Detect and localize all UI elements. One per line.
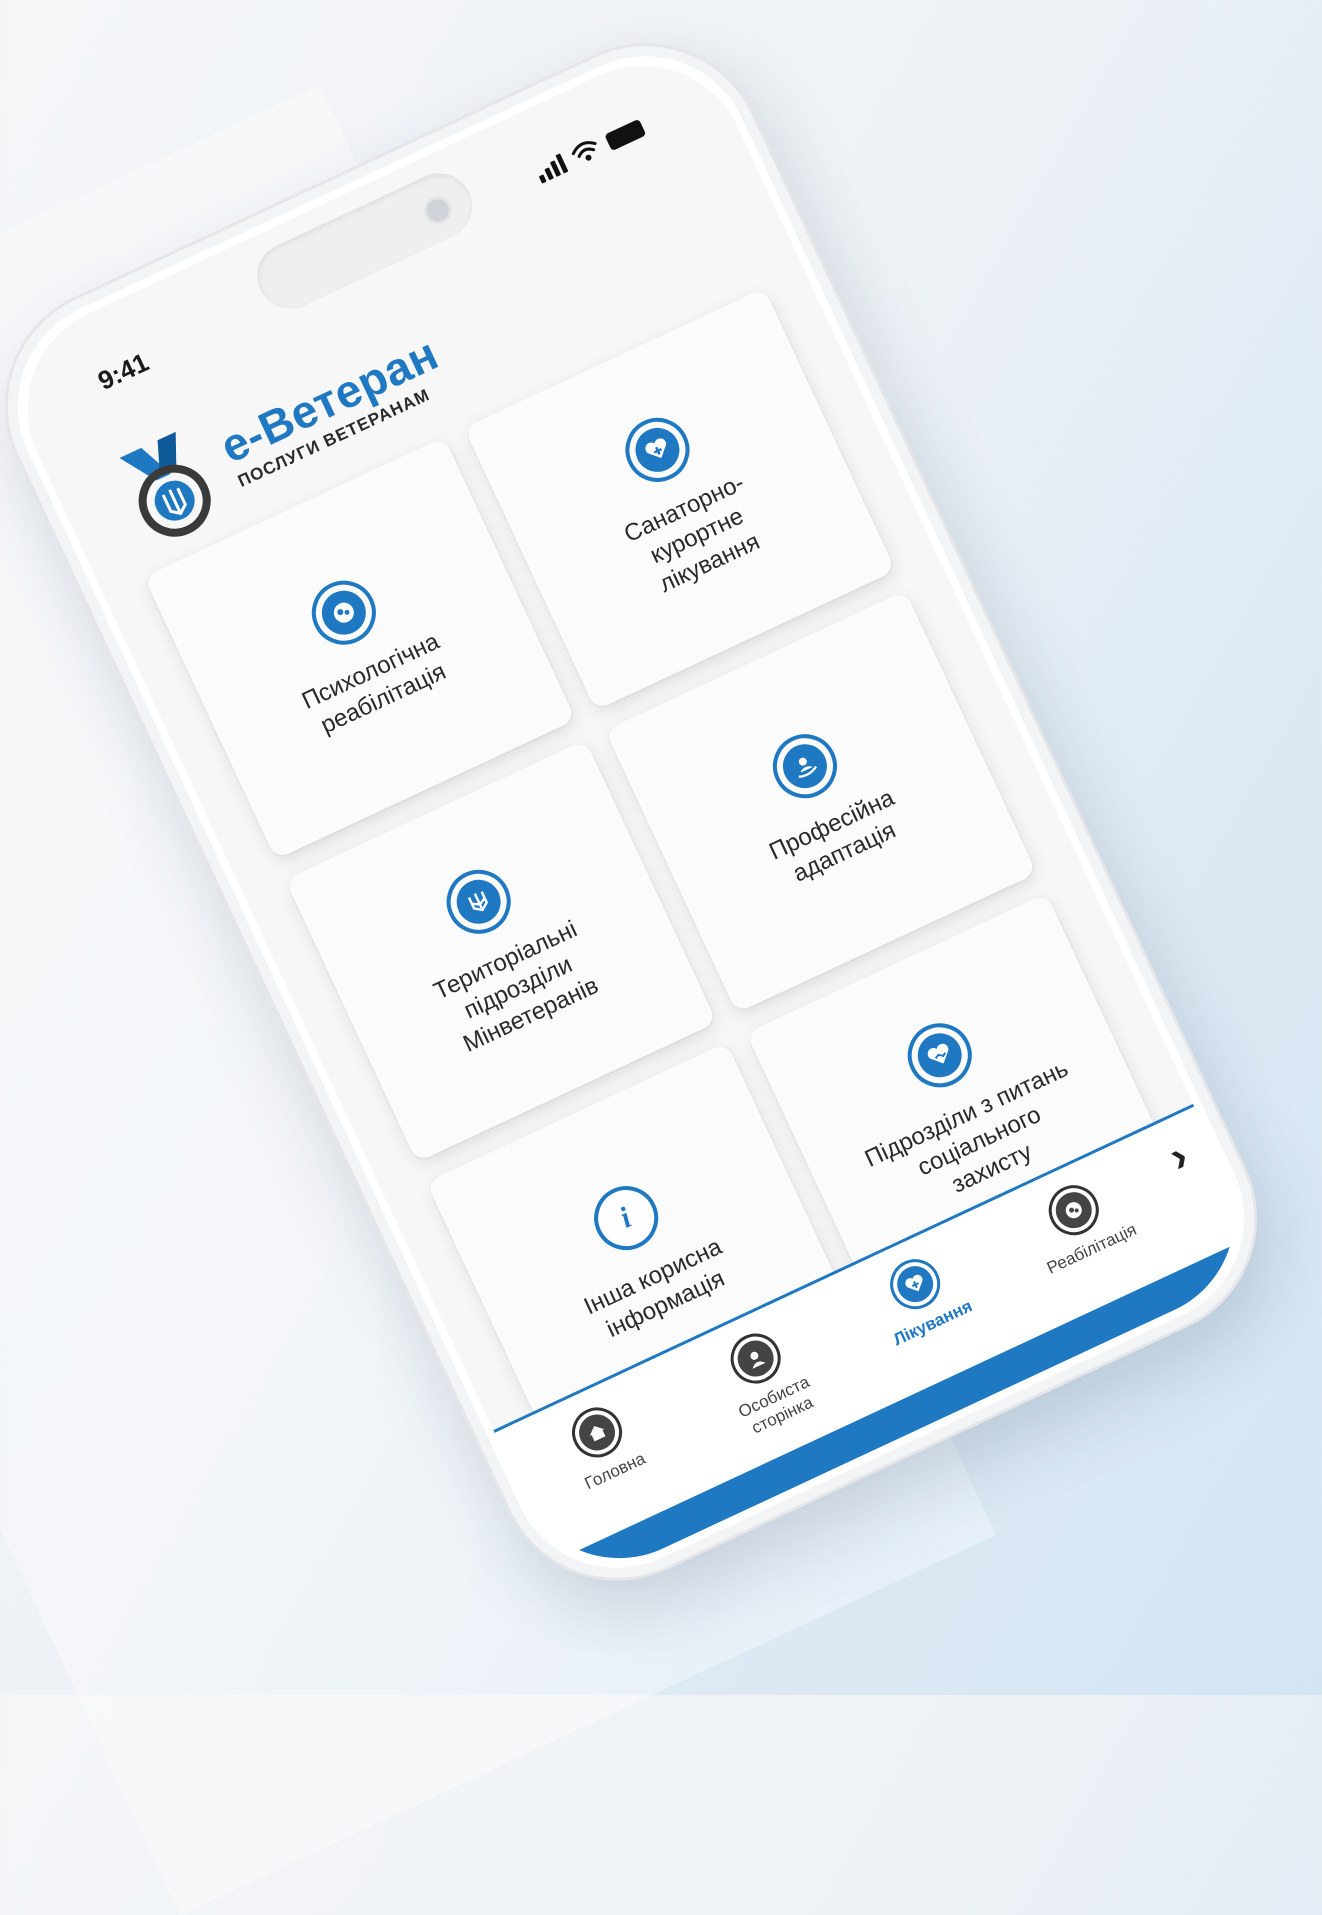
tile-label: Територіальні підрозділи Мінветеранів <box>429 915 603 1058</box>
tile-label: Професійна адаптація <box>765 784 900 888</box>
tab-personal-page[interactable]: Особиста сторінка <box>686 1308 845 1451</box>
battery-icon <box>604 118 647 152</box>
veteran-medal-logo-icon <box>119 431 211 537</box>
trident-icon <box>435 859 521 945</box>
brain-icon <box>1040 1176 1107 1244</box>
brain-gears-icon <box>300 570 386 656</box>
home-icon <box>563 1399 631 1466</box>
status-icons <box>533 115 647 184</box>
info-icon: i <box>583 1175 669 1261</box>
signal-icon <box>533 151 569 184</box>
wifi-icon <box>571 141 597 161</box>
chevron-right-icon[interactable]: › <box>1161 1131 1195 1183</box>
hand-person-icon <box>761 723 848 809</box>
heart-plus-icon <box>881 1251 949 1318</box>
user-icon <box>722 1325 790 1392</box>
heart-handshake-icon <box>896 1012 982 1099</box>
tile-label: Психологічна реабілітація <box>297 627 451 740</box>
tile-label: Санаторно- курортне лікування <box>620 469 764 598</box>
heart-plus-icon <box>614 407 700 493</box>
status-time: 9:41 <box>93 346 154 396</box>
